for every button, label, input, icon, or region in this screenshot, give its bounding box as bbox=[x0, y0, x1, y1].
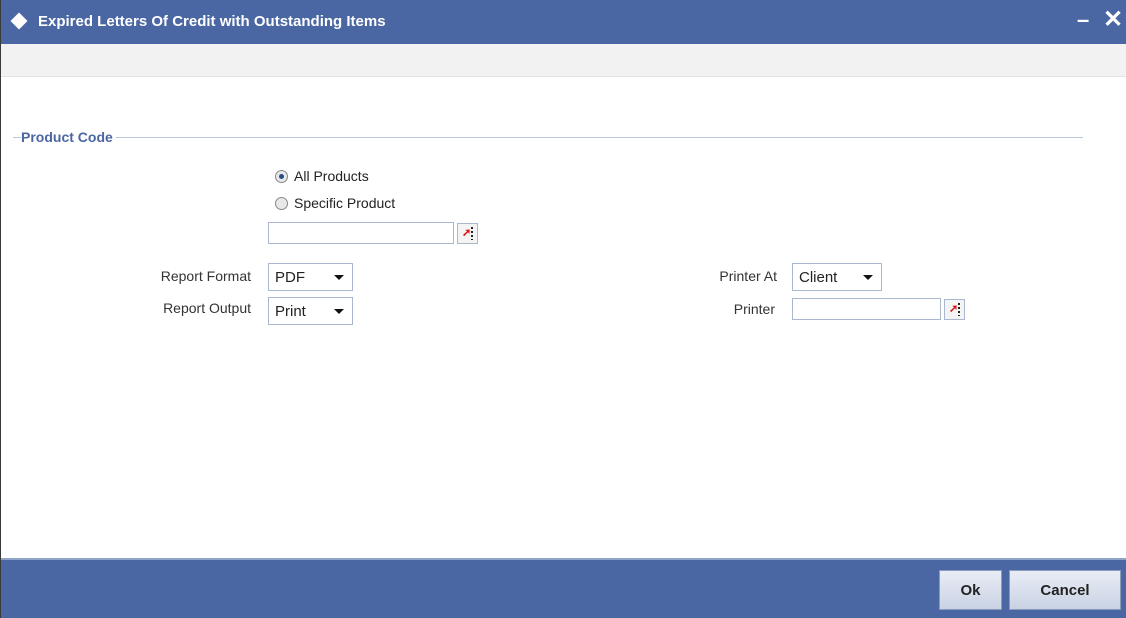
printer-label: Printer bbox=[733, 301, 775, 317]
dialog-window: Expired Letters Of Credit with Outstandi… bbox=[0, 0, 1126, 618]
report-format-label: Report Format bbox=[160, 268, 251, 284]
chevron-down-icon bbox=[334, 309, 344, 314]
lookup-dots-icon bbox=[471, 227, 473, 240]
diamond-icon bbox=[10, 12, 28, 30]
radio-label-specific-product: Specific Product bbox=[294, 195, 396, 211]
ok-button[interactable]: Ok bbox=[939, 570, 1002, 610]
lookup-dots-icon bbox=[958, 303, 960, 316]
report-format-value: PDF bbox=[275, 269, 305, 286]
report-output-select[interactable]: Print bbox=[268, 297, 353, 325]
chevron-down-icon bbox=[863, 275, 873, 280]
chevron-down-icon bbox=[334, 275, 344, 280]
radio-button[interactable] bbox=[275, 196, 288, 210]
report-format-select[interactable]: PDF bbox=[268, 263, 353, 291]
window-title: Expired Letters Of Credit with Outstandi… bbox=[38, 13, 386, 30]
specific-product-input[interactable] bbox=[268, 222, 454, 244]
radio-label-all-products: All Products bbox=[294, 168, 369, 184]
lookup-icon: ➚ bbox=[949, 303, 959, 315]
report-output-label: Report Output bbox=[163, 300, 251, 316]
printer-lookup-button[interactable]: ➚ bbox=[944, 299, 965, 320]
product-lookup-button[interactable]: ➚ bbox=[457, 223, 478, 244]
printer-at-value: Client bbox=[799, 269, 838, 286]
printer-input[interactable] bbox=[792, 298, 941, 320]
product-code-legend: Product Code bbox=[21, 129, 116, 145]
title-bar: Expired Letters Of Credit with Outstandi… bbox=[1, 0, 1126, 44]
radio-button-checked[interactable] bbox=[275, 169, 288, 183]
product-code-fieldset-border bbox=[13, 137, 1083, 138]
report-output-value: Print bbox=[275, 303, 306, 320]
radio-specific-product[interactable]: Specific Product bbox=[275, 193, 395, 213]
lookup-icon: ➚ bbox=[462, 227, 472, 239]
minimize-button[interactable]: – bbox=[1077, 6, 1089, 34]
printer-at-label: Printer At bbox=[719, 268, 777, 284]
cancel-button[interactable]: Cancel bbox=[1009, 570, 1121, 610]
toolbar-strip bbox=[1, 44, 1126, 77]
close-button[interactable]: ✕ bbox=[1103, 6, 1123, 34]
dialog-footer: Ok Cancel bbox=[1, 558, 1126, 618]
radio-all-products[interactable]: All Products bbox=[275, 166, 369, 186]
printer-at-select[interactable]: Client bbox=[792, 263, 882, 291]
